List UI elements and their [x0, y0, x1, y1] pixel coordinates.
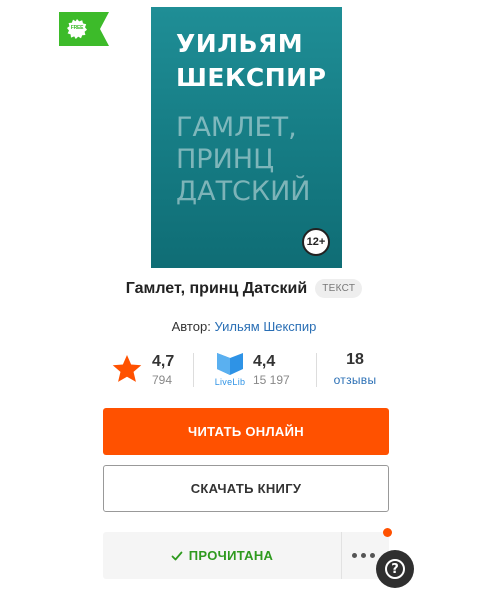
- book-cover[interactable]: УИЛЬЯМ ШЕКСПИР ГАМЛЕТ, ПРИНЦ ДАТСКИЙ 12+: [151, 7, 342, 268]
- divider: [316, 353, 317, 387]
- author-prefix: Автор:: [171, 319, 211, 334]
- reviews-link[interactable]: отзывы: [328, 373, 382, 387]
- cover-title: ГАМЛЕТ, ПРИНЦ ДАТСКИЙ: [176, 112, 310, 208]
- free-label: FREE: [70, 25, 84, 31]
- age-rating-badge: 12+: [302, 228, 330, 256]
- livelib-rating-value: 4,4: [253, 353, 276, 370]
- title-row: Гамлет, принц Датский ТЕКСТ: [0, 279, 488, 298]
- cover-title-line: ДАТСКИЙ: [176, 176, 311, 207]
- livelib-logo-text: LiveLib: [214, 377, 246, 387]
- check-icon: [171, 551, 183, 560]
- cover-author-line: УИЛЬЯМ: [176, 29, 304, 58]
- cover-author: УИЛЬЯМ ШЕКСПИР: [176, 27, 326, 95]
- download-book-button[interactable]: СКАЧАТЬ КНИГУ: [103, 465, 389, 512]
- free-badge: FREE: [59, 12, 109, 46]
- more-dots-icon: [352, 553, 375, 558]
- cover-title-line: ПРИНЦ: [176, 144, 275, 175]
- help-icon: ?: [385, 559, 405, 579]
- book-title: Гамлет, принц Датский: [125, 279, 308, 297]
- ratings-bar: 4,7 794 LiveLib 4,4 15 197 18 отзывы: [108, 350, 388, 390]
- litres-rating-count: 794: [152, 373, 173, 387]
- livelib-rating-count: 15 197: [253, 373, 290, 387]
- star-icon: [112, 355, 142, 382]
- book-page: FREE УИЛЬЯМ ШЕКСПИР ГАМЛЕТ, ПРИНЦ ДАТСКИ…: [0, 0, 488, 590]
- mark-read-label: ПРОЧИТАНА: [188, 548, 274, 563]
- mark-read-button[interactable]: ПРОЧИТАНА: [103, 532, 341, 579]
- help-button[interactable]: ?: [376, 550, 414, 588]
- livelib-book-icon: [217, 353, 243, 375]
- format-badge: ТЕКСТ: [315, 279, 363, 298]
- livelib-logo: LiveLib: [212, 353, 248, 389]
- reviews-count[interactable]: 18: [330, 351, 380, 369]
- author-link[interactable]: Уильям Шекспир: [214, 319, 316, 334]
- read-online-button[interactable]: ЧИТАТЬ ОНЛАЙН: [103, 408, 389, 455]
- author-row: Автор: Уильям Шекспир: [0, 319, 488, 334]
- cover-title-line: ГАМЛЕТ,: [176, 112, 297, 143]
- divider: [193, 353, 194, 387]
- notification-dot: [383, 528, 392, 537]
- cover-author-line: ШЕКСПИР: [176, 63, 327, 92]
- free-seal-icon: FREE: [67, 19, 87, 39]
- litres-rating-value: 4,7: [152, 353, 175, 370]
